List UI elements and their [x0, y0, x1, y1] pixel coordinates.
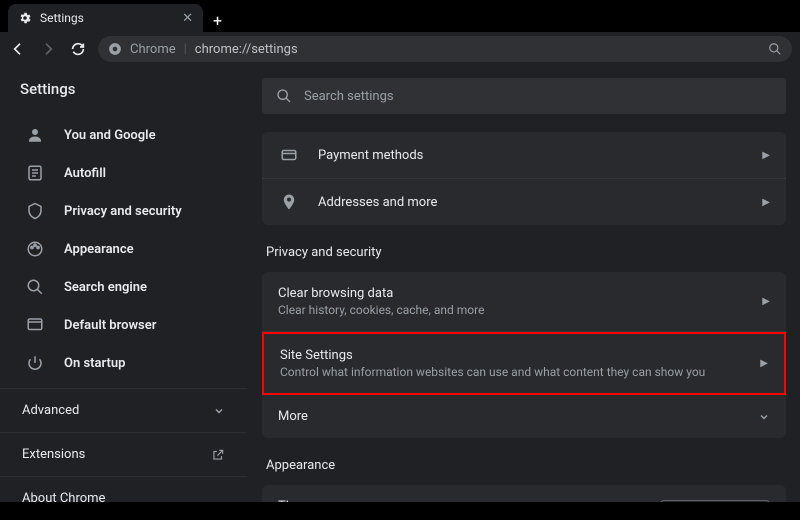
row-title: Addresses and more	[318, 195, 762, 210]
sidebar-item-autofill[interactable]: Autofill	[0, 154, 247, 192]
chevron-right-icon: ▶	[760, 358, 768, 369]
external-link-icon	[211, 448, 225, 462]
sidebar-title: Settings	[0, 80, 247, 116]
sidebar-item-label: Privacy and security	[64, 204, 182, 219]
row-title: Clear browsing data	[278, 286, 762, 301]
sidebar-item-label: Default browser	[64, 318, 156, 333]
row-addresses[interactable]: Addresses and more ▶	[262, 179, 786, 225]
row-subtitle: Clear history, cookies, cache, and more	[278, 303, 762, 317]
divider: |	[184, 42, 187, 57]
row-payment-methods[interactable]: Payment methods ▶	[262, 132, 786, 179]
sidebar-item-on-startup[interactable]: On startup	[0, 344, 247, 382]
sidebar-advanced[interactable]: Advanced	[0, 388, 247, 433]
close-icon[interactable]: ✕	[182, 11, 193, 26]
chrome-icon	[108, 42, 122, 56]
search-engine-icon	[26, 278, 44, 296]
chevron-right-icon: ▶	[762, 150, 770, 161]
forward-button[interactable]	[38, 39, 58, 59]
chevron-right-icon: ▶	[762, 296, 770, 307]
chevron-down-icon	[213, 405, 225, 417]
sidebar-extensions[interactable]: Extensions	[0, 433, 247, 477]
tab-strip: Settings ✕ +	[0, 0, 800, 32]
sidebar-item-privacy[interactable]: Privacy and security	[0, 192, 247, 230]
autofill-icon	[26, 164, 44, 182]
browser-icon	[26, 316, 44, 334]
address-bar[interactable]: Chrome | chrome://settings	[98, 36, 792, 62]
power-icon	[26, 354, 44, 372]
sidebar-item-appearance[interactable]: Appearance	[0, 230, 247, 268]
advanced-label: Advanced	[22, 403, 79, 418]
sidebar-item-you-and-google[interactable]: You and Google	[0, 116, 247, 154]
about-label: About Chrome	[22, 491, 105, 506]
extensions-label: Extensions	[22, 447, 85, 462]
sidebar-item-label: You and Google	[64, 128, 156, 143]
sidebar-item-label: On startup	[64, 356, 125, 371]
row-clear-browsing-data[interactable]: Clear browsing data Clear history, cooki…	[262, 272, 786, 332]
sidebar: Settings You and Google Autofill Privacy…	[0, 66, 248, 502]
back-button[interactable]	[8, 39, 28, 59]
row-title: Site Settings	[280, 348, 760, 363]
search-input[interactable]	[304, 89, 772, 104]
tab-settings[interactable]: Settings ✕	[8, 4, 203, 32]
address-url: chrome://settings	[195, 42, 298, 57]
chevron-right-icon: ▶	[762, 197, 770, 208]
location-icon	[278, 193, 300, 211]
sidebar-about-chrome[interactable]: About Chrome	[0, 477, 247, 520]
tab-title: Settings	[40, 11, 84, 25]
browser-toolbar: Chrome | chrome://settings	[0, 32, 800, 66]
privacy-card: Clear browsing data Clear history, cooki…	[262, 272, 786, 438]
shield-icon	[26, 202, 44, 220]
autofill-card: Payment methods ▶ Addresses and more ▶	[262, 132, 786, 225]
gear-icon	[18, 11, 32, 25]
section-title-appearance: Appearance	[262, 438, 786, 485]
address-label: Chrome	[130, 42, 176, 57]
palette-icon	[26, 240, 44, 258]
new-tab-button[interactable]: +	[203, 11, 232, 32]
main-panel: Payment methods ▶ Addresses and more ▶ P…	[248, 66, 800, 502]
row-more[interactable]: More	[262, 395, 786, 438]
row-subtitle: Control what information websites can us…	[280, 365, 760, 379]
sidebar-item-label: Appearance	[64, 242, 134, 257]
row-themes[interactable]: Themes Just Black Reset to default	[262, 485, 786, 502]
sidebar-item-default-browser[interactable]: Default browser	[0, 306, 247, 344]
row-title: More	[278, 409, 758, 424]
person-icon	[26, 126, 44, 144]
settings-search[interactable]	[262, 78, 786, 114]
sidebar-item-label: Search engine	[64, 280, 147, 295]
reload-button[interactable]	[68, 39, 88, 59]
row-title: Payment methods	[318, 148, 762, 163]
chevron-down-icon	[758, 411, 770, 423]
search-icon	[276, 88, 292, 104]
section-title-privacy: Privacy and security	[262, 225, 786, 272]
credit-card-icon	[278, 146, 300, 164]
search-icon[interactable]	[768, 42, 782, 56]
appearance-card: Themes Just Black Reset to default Show …	[262, 485, 786, 502]
sidebar-item-label: Autofill	[64, 166, 106, 181]
row-site-settings[interactable]: Site Settings Control what information w…	[262, 332, 786, 395]
sidebar-item-search-engine[interactable]: Search engine	[0, 268, 247, 306]
